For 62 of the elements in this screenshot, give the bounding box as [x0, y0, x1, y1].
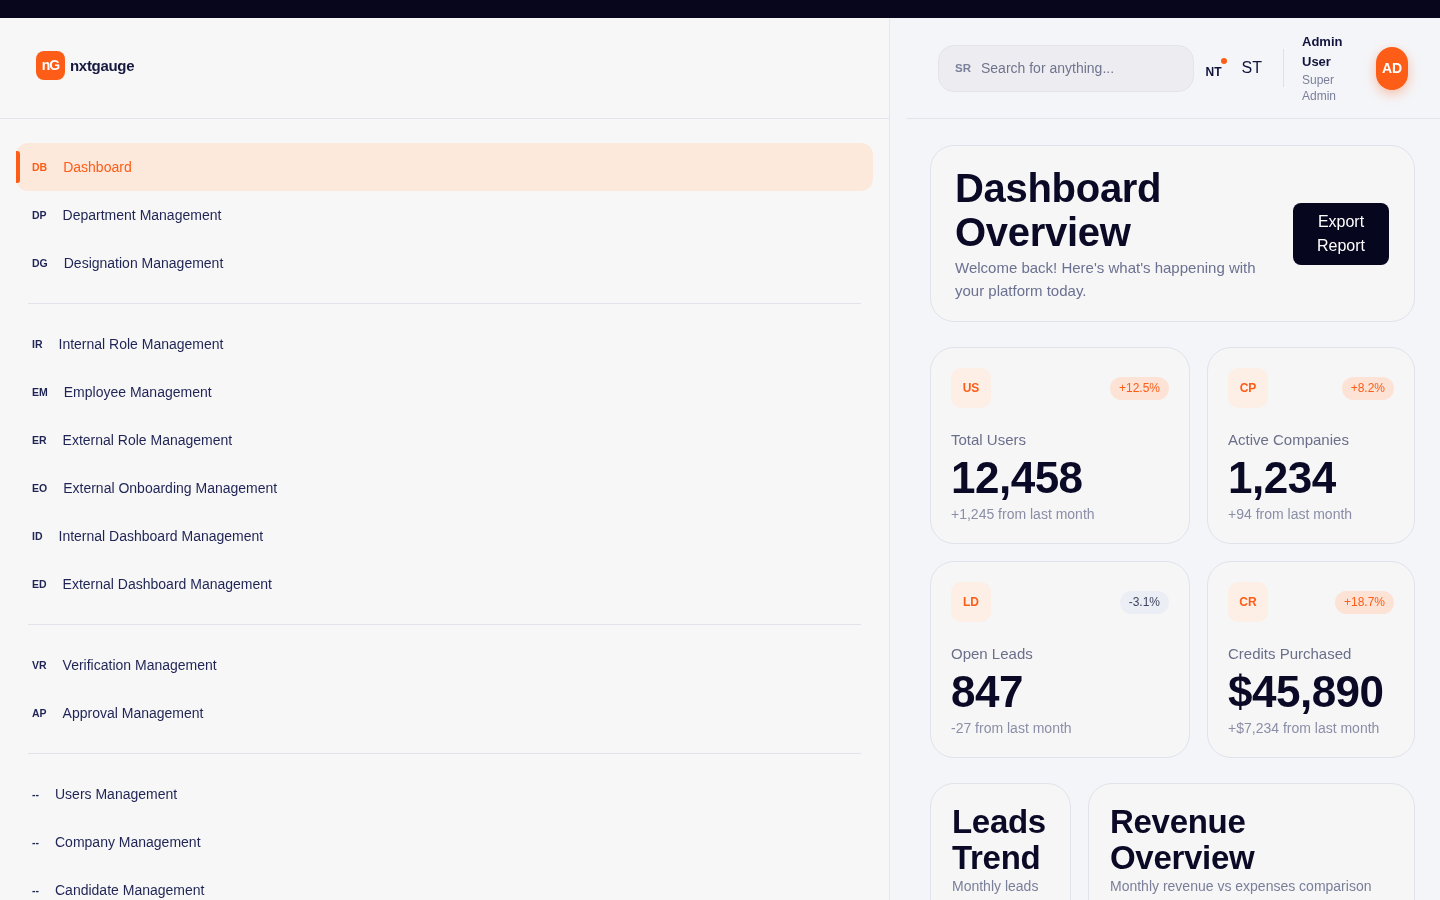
nav-item[interactable]: -- Candidate Management — [16, 866, 873, 900]
nav-abbreviation: EO — [32, 482, 48, 494]
nav-item[interactable]: IR Internal Role Management — [16, 320, 873, 368]
change-badge: -3.1% — [1119, 590, 1169, 614]
nav-item[interactable]: -- Company Management — [16, 818, 873, 866]
stat-note: +1,245 from last month — [951, 505, 1096, 523]
nav-abbreviation: ED — [32, 578, 47, 590]
stat-label: Total Users — [951, 430, 1028, 450]
change-badge: +8.2% — [1341, 376, 1394, 400]
stat-abbreviation: CP — [1228, 368, 1268, 408]
nav-item[interactable]: AP Approval Management — [16, 689, 873, 737]
nav-item[interactable]: ER External Role Management — [16, 416, 873, 464]
stat-label: Credits Purchased — [1228, 644, 1353, 664]
stat-value: 12,458 — [951, 454, 1084, 502]
chart-subtitle: Monthly revenue vs expenses comparison — [1110, 879, 1373, 894]
nav-item[interactable]: DP Department Management — [16, 191, 873, 239]
search-abbreviation: SR — [955, 62, 971, 74]
nav-abbreviation: AP — [32, 707, 47, 719]
nav-item[interactable]: ID Internal Dashboard Management — [16, 512, 873, 560]
nav-abbreviation: DP — [32, 209, 47, 221]
nav-abbreviation: EM — [32, 386, 48, 398]
nav-abbreviation: IR — [32, 338, 43, 350]
stat-note: +94 from last month — [1228, 505, 1354, 523]
chart-title: Leads Trend — [952, 804, 1047, 876]
stat-abbreviation: US — [951, 368, 991, 408]
settings-button[interactable]: ST — [1241, 59, 1262, 77]
stat-value: 847 — [951, 668, 1024, 716]
change-badge: +12.5% — [1109, 376, 1169, 400]
nav-item[interactable]: DG Designation Management — [16, 239, 873, 287]
logo-mark: nG — [36, 50, 65, 80]
export-button[interactable]: Export Report — [1293, 203, 1389, 265]
stat-abbreviation: LD — [951, 582, 991, 622]
chart-subtitle: Monthly leads — [952, 879, 1040, 894]
nav-abbreviation: ER — [32, 434, 47, 446]
nav-abbreviation: -- — [32, 788, 39, 800]
nav-item[interactable]: VR Verification Management — [16, 641, 873, 689]
change-badge: +18.7% — [1334, 590, 1394, 614]
stat-label: Open Leads — [951, 644, 1034, 664]
nav-item[interactable]: -- Users Management — [16, 770, 873, 818]
page-subtitle: Welcome back! Here's what's happening with your platform today. — [955, 258, 1257, 301]
search-input[interactable]: Search for anything... — [981, 60, 1177, 76]
user-name: Admin User — [1302, 33, 1344, 71]
nav-abbreviation: -- — [32, 884, 39, 896]
nav-item[interactable]: ED External Dashboard Management — [16, 560, 873, 608]
page-title: Dashboard Overview — [955, 166, 1163, 254]
nav-item[interactable]: EO External Onboarding Management — [16, 464, 873, 512]
stat-note: -27 from last month — [951, 719, 1073, 737]
nav-abbreviation: DB — [32, 161, 48, 173]
stat-value: 1,234 — [1228, 454, 1337, 502]
notifications-button[interactable]: NT — [1205, 57, 1227, 79]
user-role: Super Admin — [1302, 72, 1337, 104]
stat-abbreviation: CR — [1228, 582, 1268, 622]
stat-label: Active Companies — [1228, 430, 1350, 450]
nav-item[interactable]: EM Employee Management — [16, 368, 873, 416]
nav-abbreviation: DG — [32, 257, 48, 269]
stat-value: $45,890 — [1228, 668, 1385, 716]
nav-abbreviation: ID — [32, 530, 43, 542]
nav-abbreviation: VR — [32, 659, 47, 671]
stat-note: +$7,234 from last month — [1228, 719, 1381, 737]
nav-abbreviation: -- — [32, 836, 39, 848]
chart-title: Revenue Overview — [1110, 804, 1256, 876]
brand-name: nxtgauge — [70, 56, 135, 74]
